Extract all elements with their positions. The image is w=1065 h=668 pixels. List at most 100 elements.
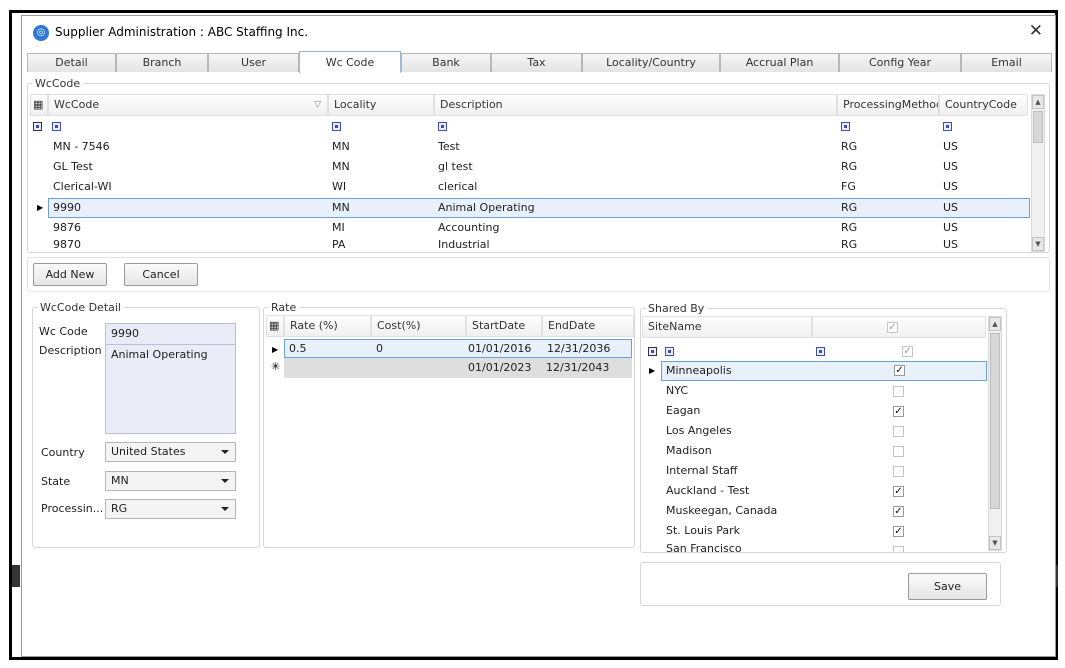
- table-row[interactable]: 9876 MI Accounting RG US: [28, 218, 1028, 238]
- tab-locality-country[interactable]: Locality/Country: [582, 53, 720, 72]
- chevron-down-icon: [221, 450, 229, 454]
- filter-locality[interactable]: [332, 122, 341, 131]
- tab-email[interactable]: Email: [961, 53, 1052, 72]
- processing-select[interactable]: RG: [105, 499, 236, 519]
- country-select[interactable]: United States: [105, 442, 236, 462]
- app-globe-icon: ◎: [33, 25, 49, 41]
- site-checkbox[interactable]: ✓: [893, 486, 904, 497]
- header-rate[interactable]: Rate (%): [284, 315, 371, 337]
- filter-checked-checkbox[interactable]: ✓: [902, 346, 913, 357]
- filter-site-name[interactable]: [665, 347, 674, 356]
- filter-shared[interactable]: [816, 347, 825, 356]
- select-all-checkbox[interactable]: ✓: [887, 322, 898, 333]
- header-wccode[interactable]: WcCode▽: [48, 94, 328, 116]
- scroll-down-icon[interactable]: ▼: [989, 536, 1001, 550]
- site-row[interactable]: Madison: [641, 441, 986, 461]
- tab-config-year[interactable]: Config Year: [839, 53, 961, 72]
- header-description[interactable]: Description: [434, 94, 837, 116]
- tab-accrual-plan[interactable]: Accrual Plan: [720, 53, 839, 72]
- cell-locality: PA: [332, 238, 345, 253]
- close-icon[interactable]: ✕: [1029, 21, 1043, 41]
- site-row[interactable]: Muskeegan, Canada ✓: [641, 501, 986, 521]
- table-row[interactable]: MN - 7546 MN Test RG US: [28, 137, 1028, 157]
- save-button[interactable]: Save: [908, 573, 987, 600]
- tab-bank[interactable]: Bank: [401, 53, 491, 72]
- rate-group-label: Rate: [268, 301, 299, 314]
- site-name: Eagan: [666, 401, 700, 421]
- scroll-down-icon[interactable]: ▼: [1032, 237, 1044, 251]
- filter-processing-method[interactable]: [841, 122, 850, 131]
- wc-code-field[interactable]: 9990: [105, 323, 236, 345]
- cell-locality: WI: [332, 177, 346, 197]
- filter-country-code[interactable]: [943, 122, 952, 131]
- cell-description: Animal Operating: [438, 199, 535, 217]
- scroll-thumb[interactable]: [990, 333, 1000, 509]
- tab-user[interactable]: User: [208, 53, 299, 72]
- site-checkbox[interactable]: [893, 426, 904, 437]
- site-checkbox[interactable]: ✓: [893, 406, 904, 417]
- header-locality[interactable]: Locality: [328, 94, 434, 116]
- site-row-selected[interactable]: Minneapolis ✓: [661, 361, 987, 381]
- site-row[interactable]: Internal Staff: [641, 461, 986, 481]
- site-checkbox[interactable]: [893, 466, 904, 477]
- header-processing-method[interactable]: ProcessingMethod: [837, 94, 939, 116]
- tab-branch[interactable]: Branch: [116, 53, 208, 72]
- site-row[interactable]: San Francisco: [641, 541, 986, 552]
- country-label: Country: [41, 446, 85, 459]
- site-checkbox[interactable]: [893, 446, 904, 457]
- cell-locality: MN: [332, 199, 350, 217]
- new-row-icon: ✳: [271, 360, 280, 373]
- filter-description[interactable]: [438, 122, 447, 131]
- clear-filter-icon[interactable]: [33, 122, 42, 131]
- site-checkbox[interactable]: [893, 386, 904, 397]
- site-row[interactable]: Eagan ✓: [641, 401, 986, 421]
- tab-tax[interactable]: Tax: [491, 53, 582, 72]
- add-new-button[interactable]: Add New: [33, 263, 107, 286]
- header-end-date[interactable]: EndDate: [542, 315, 634, 337]
- background-strip-left: [12, 565, 20, 587]
- site-row[interactable]: NYC: [641, 381, 986, 401]
- rate-column-chooser-icon[interactable]: ▦: [266, 315, 284, 337]
- cell-processing-method: RG: [841, 137, 857, 157]
- clear-filter-icon[interactable]: [648, 347, 657, 356]
- table-row[interactable]: GL Test MN gl test RG US: [28, 157, 1028, 177]
- shared-by-scrollbar[interactable]: ▲ ▼: [988, 316, 1002, 551]
- table-row-selected[interactable]: 9990 MN Animal Operating RG US: [48, 198, 1030, 218]
- scroll-up-icon[interactable]: ▲: [989, 317, 1001, 331]
- site-checkbox[interactable]: ✓: [894, 365, 905, 376]
- cancel-button[interactable]: Cancel: [124, 263, 198, 286]
- scroll-thumb[interactable]: [1033, 111, 1043, 143]
- scroll-up-icon[interactable]: ▲: [1032, 95, 1044, 109]
- site-row[interactable]: Los Angeles: [641, 421, 986, 441]
- site-row[interactable]: St. Louis Park ✓: [641, 521, 986, 541]
- site-checkbox[interactable]: [893, 546, 904, 552]
- rate-row-selected[interactable]: 0.5 0 01/01/2016 12/31/2036: [284, 339, 632, 358]
- current-row-indicator-icon: ▶: [37, 203, 43, 212]
- header-cost[interactable]: Cost(%): [371, 315, 466, 337]
- site-checkbox[interactable]: ✓: [893, 526, 904, 537]
- cell-wccode: MN - 7546: [53, 137, 110, 157]
- table-row[interactable]: Clerical-WI WI clerical FG US: [28, 177, 1028, 197]
- cell-country-code: US: [943, 137, 958, 157]
- table-row[interactable]: 9870 PA Industrial RG US: [28, 238, 1028, 253]
- cell-processing-method: RG: [841, 157, 857, 177]
- filter-wccode[interactable]: [52, 122, 61, 131]
- site-checkbox[interactable]: ✓: [893, 506, 904, 517]
- description-field[interactable]: Animal Operating: [105, 344, 236, 434]
- cell-description: clerical: [438, 177, 477, 197]
- header-site-name[interactable]: SiteName: [642, 316, 812, 338]
- header-start-date[interactable]: StartDate: [466, 315, 542, 337]
- tab-wc-code[interactable]: Wc Code: [299, 51, 401, 73]
- site-name: Internal Staff: [666, 461, 738, 481]
- header-checked[interactable]: ✓: [812, 316, 986, 338]
- column-chooser-icon[interactable]: ▦: [30, 94, 48, 116]
- state-select[interactable]: MN: [105, 471, 236, 491]
- site-row[interactable]: Auckland - Test ✓: [641, 481, 986, 501]
- tab-detail[interactable]: Detail: [27, 53, 116, 72]
- description-label: Description: [39, 344, 102, 357]
- wccode-scrollbar[interactable]: ▲ ▼: [1031, 94, 1045, 252]
- rate-new-row[interactable]: 01/01/2023 12/31/2043: [284, 358, 632, 378]
- cell-processing-method: RG: [841, 199, 857, 217]
- header-country-code[interactable]: CountryCode: [939, 94, 1028, 116]
- cell-country-code: US: [943, 157, 958, 177]
